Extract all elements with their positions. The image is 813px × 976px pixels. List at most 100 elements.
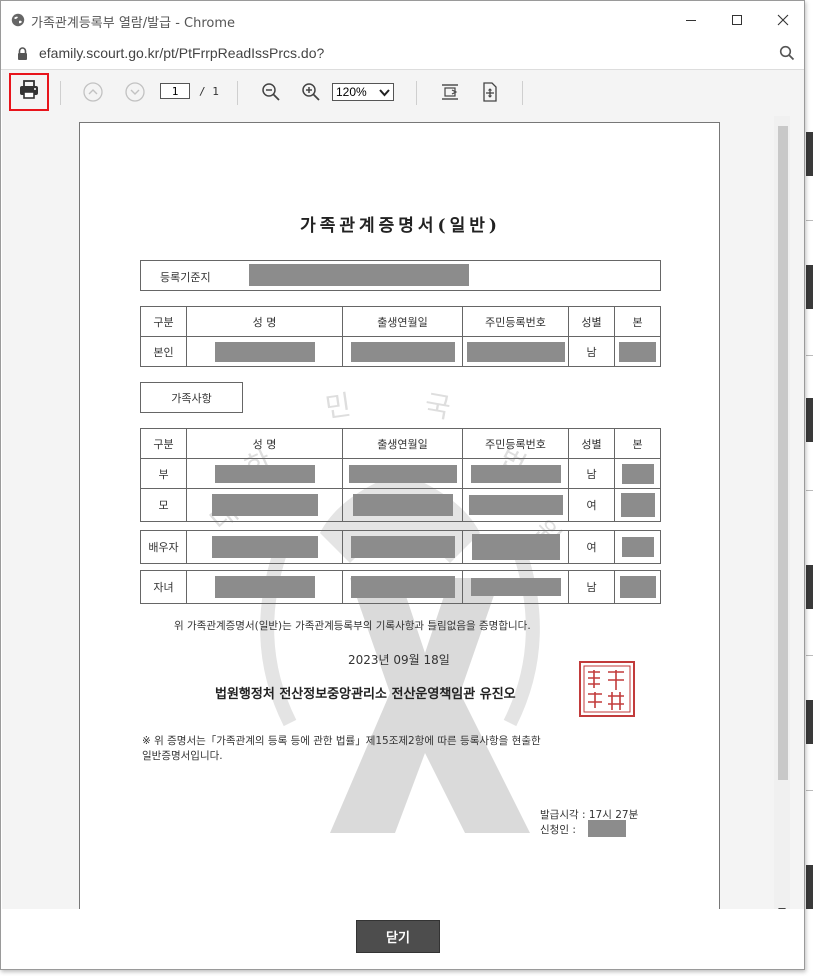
row-relation: 본인	[140, 336, 187, 367]
page-number-input[interactable]: 1	[160, 83, 190, 99]
url-text[interactable]: efamily.scourt.go.kr/pt/PtFrrpReadIssPrc…	[39, 45, 324, 61]
zoom-out-button[interactable]	[259, 80, 283, 104]
row-relation: 모	[140, 488, 187, 522]
printer-icon	[18, 80, 40, 104]
redacted-registry	[249, 264, 469, 286]
background-divider	[806, 220, 813, 221]
redacted-birth	[348, 464, 457, 483]
zoom-in-button[interactable]	[299, 80, 323, 104]
background-divider	[806, 490, 813, 491]
print-button[interactable]	[9, 73, 49, 111]
address-bar: efamily.scourt.go.kr/pt/PtFrrpReadIssPrc…	[1, 37, 804, 70]
header-relation: 구분	[140, 428, 187, 459]
row-gender: 여	[568, 488, 615, 522]
background-block	[806, 700, 813, 744]
background-divider	[806, 790, 813, 791]
row-origin-cell	[614, 570, 661, 604]
certify-text: 위 가족관계증명서(일반)는 가족관계등록부의 기록사항과 틀림없음을 증명합니…	[174, 620, 531, 632]
note-line-2: 일반증명서입니다.	[142, 750, 223, 762]
header-rrn: 주민등록번호	[462, 428, 569, 459]
viewer-toolbar: 1 / 1 120%	[2, 70, 790, 116]
zoom-search-icon[interactable]	[779, 45, 795, 65]
header-name: 성 명	[186, 428, 343, 459]
watermark-char: 민	[323, 388, 354, 425]
popup-window: 가족관계등록부 열람/발급 - Chrome efamily.scourt.go…	[0, 0, 805, 970]
dialog-footer: 닫기	[2, 909, 804, 969]
redacted-name	[211, 536, 318, 558]
background-divider	[806, 655, 813, 656]
toolbar-separator	[522, 81, 523, 105]
row-origin-cell	[614, 458, 661, 489]
title-bar: 가족관계등록부 열람/발급 - Chrome	[1, 1, 804, 37]
applicant-label: 신청인 :	[540, 824, 576, 836]
row-rrn-cell	[462, 458, 569, 489]
background-divider	[806, 355, 813, 356]
redacted-applicant	[588, 820, 626, 837]
redacted-origin	[621, 537, 654, 557]
row-relation: 배우자	[140, 530, 187, 564]
header-gender: 성별	[568, 428, 615, 459]
row-gender: 여	[568, 530, 615, 564]
document-title: 가족관계증명서(일반)	[300, 216, 501, 236]
redacted-name	[214, 464, 315, 483]
redacted-birth	[352, 494, 453, 516]
header-gender: 성별	[568, 306, 615, 337]
row-gender: 남	[568, 570, 615, 604]
maximize-button[interactable]	[717, 7, 757, 33]
background-block	[806, 265, 813, 309]
chevron-down-icon	[379, 87, 390, 101]
family-label: 가족사항	[140, 382, 243, 413]
header-birth: 출생연월일	[342, 428, 463, 459]
fit-width-button[interactable]	[438, 80, 462, 104]
row-birth-cell	[342, 458, 463, 489]
row-rrn-cell	[462, 570, 569, 604]
redacted-name	[211, 494, 318, 516]
row-gender: 남	[568, 336, 615, 367]
header-origin: 본	[614, 428, 661, 459]
registry-label: 등록기준지	[160, 271, 211, 284]
header-relation: 구분	[140, 306, 187, 337]
vertical-scrollbar[interactable]	[774, 116, 790, 913]
redacted-name	[214, 576, 315, 598]
redacted-origin	[619, 576, 656, 598]
row-relation: 부	[140, 458, 187, 489]
background-block	[806, 865, 813, 909]
globe-icon	[11, 12, 25, 31]
page-total: / 1	[199, 85, 219, 98]
row-birth-cell	[342, 570, 463, 604]
zoom-select[interactable]: 120%	[332, 83, 394, 101]
header-birth: 출생연월일	[342, 306, 463, 337]
close-window-button[interactable]	[763, 7, 803, 33]
prev-page-button[interactable]	[82, 81, 104, 103]
note-line-1: ※ 위 증명서는「가족관계의 등록 등에 관한 법률」제15조제2항에 따른 등…	[142, 735, 541, 747]
minimize-button[interactable]	[671, 7, 711, 33]
background-block	[806, 565, 813, 609]
background-block	[806, 398, 813, 442]
redacted-birth	[350, 536, 455, 558]
redacted-name	[214, 341, 315, 362]
toolbar-separator	[237, 81, 238, 105]
row-rrn-cell	[462, 488, 569, 522]
next-page-button[interactable]	[124, 81, 146, 103]
redacted-rrn	[468, 495, 563, 515]
row-name-cell	[186, 336, 343, 367]
scrollbar-thumb[interactable]	[778, 126, 788, 780]
zoom-value: 120%	[336, 85, 367, 99]
redacted-rrn	[471, 534, 560, 560]
row-origin-cell	[614, 336, 661, 367]
row-relation: 자녀	[140, 570, 187, 604]
window-title: 가족관계등록부 열람/발급 - Chrome	[31, 16, 236, 31]
official-seal	[579, 661, 635, 717]
fit-page-button[interactable]	[478, 80, 502, 104]
redacted-origin	[619, 341, 656, 362]
row-gender: 남	[568, 458, 615, 489]
close-button[interactable]: 닫기	[356, 920, 440, 953]
issue-date: 2023년 09월 18일	[348, 653, 450, 667]
redacted-rrn	[470, 464, 561, 483]
row-origin-cell	[614, 488, 661, 522]
row-name-cell	[186, 570, 343, 604]
header-rrn: 주민등록번호	[462, 306, 569, 337]
background-block	[806, 132, 813, 176]
row-origin-cell	[614, 530, 661, 564]
header-name: 성 명	[186, 306, 343, 337]
